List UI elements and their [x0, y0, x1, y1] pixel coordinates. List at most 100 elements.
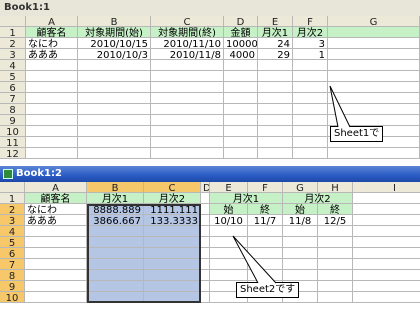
row-header[interactable]: 9: [0, 115, 26, 126]
table-cell[interactable]: [353, 259, 420, 270]
table-cell[interactable]: 10000: [224, 38, 258, 49]
table-cell[interactable]: 11/8: [283, 215, 318, 226]
table-cell[interactable]: [224, 137, 258, 148]
row-header[interactable]: 7: [0, 259, 25, 270]
table-cell[interactable]: [26, 60, 78, 71]
table-cell[interactable]: [224, 82, 258, 93]
column-header[interactable]: F: [248, 182, 283, 193]
column-header[interactable]: C: [144, 182, 201, 193]
row-header[interactable]: 9: [0, 281, 25, 292]
table-cell[interactable]: [26, 82, 78, 93]
table-cell[interactable]: [293, 126, 328, 137]
table-cell[interactable]: [283, 226, 318, 237]
row-header[interactable]: 5: [0, 71, 26, 82]
table-cell[interactable]: [25, 270, 87, 281]
table-cell[interactable]: 金額: [224, 27, 258, 38]
table-cell[interactable]: 終: [248, 204, 283, 215]
column-header[interactable]: G: [328, 16, 420, 27]
table-cell[interactable]: 2010/10/3: [78, 49, 151, 60]
table-cell[interactable]: 3: [293, 38, 328, 49]
table-cell[interactable]: 2010/10/15: [78, 38, 151, 49]
table-cell[interactable]: [25, 248, 87, 259]
table-cell[interactable]: [224, 60, 258, 71]
row-header[interactable]: 12: [0, 148, 26, 159]
row-header[interactable]: 6: [0, 248, 25, 259]
table-cell[interactable]: [26, 148, 78, 159]
table-cell[interactable]: 月次2: [293, 27, 328, 38]
table-cell[interactable]: 顧客名: [26, 27, 78, 38]
column-header[interactable]: B: [87, 182, 144, 193]
table-cell[interactable]: [210, 270, 248, 281]
table-cell[interactable]: [258, 148, 293, 159]
table-cell[interactable]: [78, 148, 151, 159]
table-cell[interactable]: [258, 71, 293, 82]
table-cell[interactable]: [25, 281, 87, 292]
table-cell[interactable]: あああ: [25, 215, 87, 226]
column-header[interactable]: D: [201, 182, 210, 193]
table-cell[interactable]: [353, 237, 420, 248]
table-cell[interactable]: 10/10: [210, 215, 248, 226]
table-cell[interactable]: [201, 270, 210, 281]
table-cell[interactable]: [151, 148, 224, 159]
table-cell[interactable]: [353, 248, 420, 259]
table-cell[interactable]: [210, 237, 248, 248]
column-header[interactable]: F: [293, 16, 328, 27]
table-cell[interactable]: [210, 226, 248, 237]
column-header[interactable]: [0, 182, 25, 193]
table-cell[interactable]: [328, 93, 420, 104]
row-header[interactable]: 6: [0, 82, 26, 93]
table-cell[interactable]: [328, 148, 420, 159]
row-header[interactable]: 5: [0, 237, 25, 248]
table-cell[interactable]: [293, 104, 328, 115]
row-header[interactable]: 11: [0, 137, 26, 148]
table-cell[interactable]: なにわ: [25, 204, 87, 215]
table-cell[interactable]: 対象期間(始): [78, 27, 151, 38]
table-cell[interactable]: [78, 104, 151, 115]
table-cell[interactable]: [248, 259, 283, 270]
table-cell[interactable]: [353, 292, 420, 303]
table-cell[interactable]: [293, 93, 328, 104]
row-header[interactable]: 3: [0, 215, 25, 226]
table-cell[interactable]: [201, 292, 210, 303]
table-cell[interactable]: [151, 71, 224, 82]
column-header[interactable]: I: [353, 182, 420, 193]
table-cell[interactable]: [353, 204, 420, 215]
table-cell[interactable]: [283, 270, 318, 281]
table-cell[interactable]: [258, 126, 293, 137]
table-cell[interactable]: [201, 226, 210, 237]
table-cell[interactable]: [353, 281, 420, 292]
table-cell[interactable]: [318, 248, 353, 259]
row-header[interactable]: 10: [0, 292, 25, 303]
table-cell[interactable]: [353, 270, 420, 281]
table-cell[interactable]: 1: [293, 49, 328, 60]
table-cell[interactable]: 29: [258, 49, 293, 60]
table-cell[interactable]: [353, 226, 420, 237]
table-cell[interactable]: [258, 137, 293, 148]
table-cell[interactable]: [353, 193, 420, 204]
column-header[interactable]: E: [258, 16, 293, 27]
table-cell[interactable]: [26, 126, 78, 137]
table-cell[interactable]: [224, 115, 258, 126]
table-cell[interactable]: [151, 82, 224, 93]
table-cell[interactable]: [328, 27, 420, 38]
table-cell[interactable]: 2010/11/8: [151, 49, 224, 60]
table-cell[interactable]: [318, 226, 353, 237]
table-cell[interactable]: [293, 148, 328, 159]
table-cell[interactable]: [78, 71, 151, 82]
table-cell[interactable]: [328, 49, 420, 60]
table-cell[interactable]: [224, 71, 258, 82]
table-cell[interactable]: 始: [210, 204, 248, 215]
table-cell[interactable]: 対象期間(終): [151, 27, 224, 38]
table-cell[interactable]: [328, 60, 420, 71]
table-cell[interactable]: [25, 292, 87, 303]
row-header[interactable]: 3: [0, 49, 26, 60]
table-cell[interactable]: [26, 93, 78, 104]
table-cell[interactable]: 始: [283, 204, 318, 215]
table-cell[interactable]: [201, 193, 210, 204]
book2-titlebar[interactable]: Book1:2: [0, 166, 420, 182]
table-cell[interactable]: [78, 93, 151, 104]
table-cell[interactable]: [151, 93, 224, 104]
table-cell[interactable]: [248, 237, 283, 248]
table-cell[interactable]: [26, 137, 78, 148]
table-cell[interactable]: [318, 281, 353, 292]
